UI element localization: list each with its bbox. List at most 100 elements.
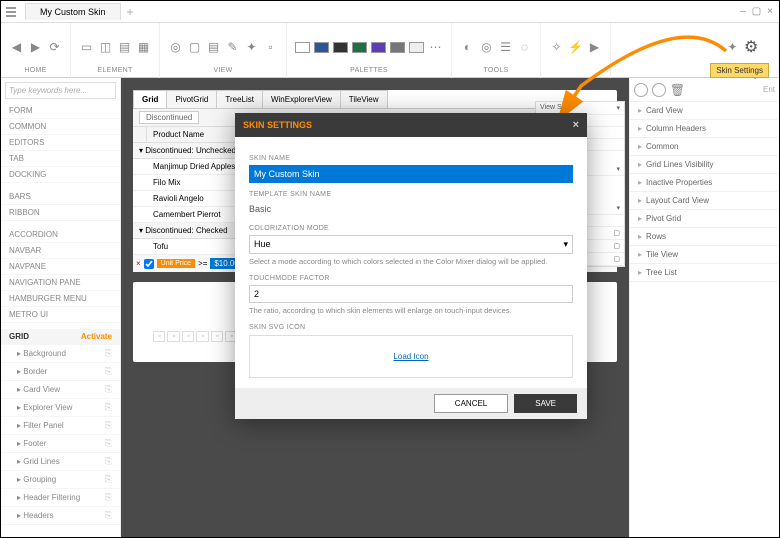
field-hint: The ratio, according to which skin eleme… xyxy=(249,306,573,316)
zoom-btn[interactable]: ▫ xyxy=(211,331,223,342)
category-item[interactable]: Inactive Properties xyxy=(630,174,779,192)
sidebar-subitem[interactable]: ▸ Filter Panel⎘ xyxy=(1,417,120,435)
new-tab-button[interactable]: + xyxy=(121,5,140,19)
tab-tileview[interactable]: TileView xyxy=(340,90,388,108)
category-item[interactable]: Rows xyxy=(630,228,779,246)
sidebar-item[interactable]: RIBBON xyxy=(1,205,120,221)
search-input[interactable]: Type keywords here... xyxy=(5,82,116,99)
ribbon-group-home: ◀ ▶ ⟳ HOME xyxy=(1,23,71,78)
palette-swatch[interactable] xyxy=(295,42,310,53)
target-icon[interactable]: ◎ xyxy=(168,40,183,55)
document-tab[interactable]: My Custom Skin xyxy=(25,3,121,20)
tab-treelist[interactable]: TreeList xyxy=(216,90,263,108)
tab-winexplorerview[interactable]: WinExplorerView xyxy=(262,90,341,108)
category-item[interactable]: Tree List xyxy=(630,264,779,282)
palette-swatch[interactable] xyxy=(409,42,424,53)
close-icon[interactable]: × xyxy=(767,6,773,17)
view-icon-4[interactable]: ▫ xyxy=(263,40,278,55)
close-icon[interactable]: × xyxy=(573,119,579,131)
element-icon-3[interactable]: ▤ xyxy=(117,40,132,55)
field-label: SKIN NAME xyxy=(249,155,573,162)
tab-pivotgrid[interactable]: PivotGrid xyxy=(166,90,217,108)
sidebar-item[interactable]: ACCORDION xyxy=(1,227,120,243)
sidebar-subitem[interactable]: ▸ Footer⎘ xyxy=(1,435,120,453)
sidebar-item[interactable]: FORM xyxy=(1,103,120,119)
view-icon-2[interactable]: ▤ xyxy=(206,40,221,55)
zoom-btn[interactable]: ▫ xyxy=(182,331,194,342)
refresh-icon[interactable]: ⟳ xyxy=(47,40,62,55)
sparkle-icon[interactable]: ✧ xyxy=(549,40,564,55)
sidebar-subitem[interactable]: ▸ Grouping⎘ xyxy=(1,471,120,489)
colorization-dropdown[interactable]: Hue▾ xyxy=(249,235,573,254)
view-icon-3[interactable]: ✎ xyxy=(225,40,240,55)
minimize-icon[interactable]: – xyxy=(740,6,746,17)
skin-name-input[interactable]: My Custom Skin xyxy=(249,165,573,183)
zoom-btn[interactable]: ▫ xyxy=(153,331,165,342)
titlebar: My Custom Skin + – ▢ × xyxy=(1,1,779,23)
tool-icon-3[interactable]: ☰ xyxy=(498,40,513,55)
element-icon-2[interactable]: ◫ xyxy=(98,40,113,55)
sidebar-item[interactable]: BARS xyxy=(1,189,120,205)
sidebar-item[interactable]: EDITORS xyxy=(1,135,120,151)
load-icon-link[interactable]: Load Icon xyxy=(393,352,428,361)
tag-icon[interactable] xyxy=(652,83,666,97)
zoom-btn[interactable]: ▫ xyxy=(167,331,179,342)
touchmode-input[interactable] xyxy=(249,285,573,303)
back-icon[interactable]: ◀ xyxy=(9,40,24,55)
add-icon[interactable] xyxy=(634,83,648,97)
activate-link[interactable]: Activate xyxy=(81,332,112,341)
skin-settings-tooltip: Skin Settings xyxy=(710,63,769,78)
right-search[interactable]: Ent xyxy=(763,85,775,94)
category-item[interactable]: Common xyxy=(630,138,779,156)
sidebar-item[interactable]: DOCKING xyxy=(1,167,120,183)
sidebar-item[interactable]: NAVPANE xyxy=(1,259,120,275)
tool-icon-4[interactable]: ◌ xyxy=(517,40,532,55)
category-item[interactable]: Card View xyxy=(630,102,779,120)
forward-icon[interactable]: ▶ xyxy=(28,40,43,55)
sidebar-item[interactable]: COMMON xyxy=(1,119,120,135)
sidebar-subitem[interactable]: ▸ Headers⎘ xyxy=(1,507,120,525)
sidebar-item[interactable]: HAMBURGER MENU xyxy=(1,291,120,307)
ribbon-group-extra: ✧ ⚡ ▶ xyxy=(541,23,611,78)
element-icon[interactable]: ▭ xyxy=(79,40,94,55)
save-button[interactable]: SAVE xyxy=(514,394,577,413)
category-item[interactable]: Layout Card View xyxy=(630,192,779,210)
delete-icon[interactable]: 🗑 xyxy=(670,82,685,97)
category-item[interactable]: Grid Lines Visibility xyxy=(630,156,779,174)
sidebar-subitem[interactable]: ▸ Header Filtering⎘ xyxy=(1,489,120,507)
play-icon[interactable]: ▶ xyxy=(587,40,602,55)
cancel-button[interactable]: CANCEL xyxy=(434,394,508,413)
bolt-icon[interactable]: ⚡ xyxy=(568,40,583,55)
palette-swatch[interactable] xyxy=(333,42,348,53)
sidebar-item-grid[interactable]: GRID Activate xyxy=(1,329,120,345)
element-icon-4[interactable]: ▦ xyxy=(136,40,151,55)
sidebar-item[interactable]: NAVBAR xyxy=(1,243,120,259)
category-item[interactable]: Column Headers xyxy=(630,120,779,138)
category-item[interactable]: Pivot Grid xyxy=(630,210,779,228)
more-palettes-icon[interactable]: ⋯ xyxy=(428,40,443,55)
sidebar-subitem[interactable]: ▸ Border⎘ xyxy=(1,363,120,381)
hamburger-icon[interactable] xyxy=(1,1,21,23)
tool-icon-2[interactable]: ◎ xyxy=(479,40,494,55)
zoom-btn[interactable]: ▫ xyxy=(196,331,208,342)
gear-icon[interactable]: ⚙ xyxy=(744,37,758,57)
sidebar-subitem[interactable]: ▸ Background⎘ xyxy=(1,345,120,363)
sidebar-item[interactable]: TAB xyxy=(1,151,120,167)
sidebar-subitem[interactable]: ▸ Card View⎘ xyxy=(1,381,120,399)
sidebar-item[interactable]: METRO UI xyxy=(1,307,120,323)
settings-icon-1[interactable]: ✦ xyxy=(725,40,740,55)
category-item[interactable]: Tile View xyxy=(630,246,779,264)
sidebar-item[interactable]: NAVIGATION PANE xyxy=(1,275,120,291)
palette-swatch[interactable] xyxy=(390,42,405,53)
sidebar-subitem[interactable]: ▸ Grid Lines⎘ xyxy=(1,453,120,471)
filter-checkbox[interactable] xyxy=(144,259,154,269)
view-icon-1[interactable]: ▢ xyxy=(187,40,202,55)
wand-icon[interactable]: ✦ xyxy=(244,40,259,55)
tab-grid[interactable]: Grid xyxy=(133,90,167,108)
palette-swatch[interactable] xyxy=(371,42,386,53)
tool-icon-1[interactable]: ◐ xyxy=(460,40,475,55)
palette-swatch[interactable] xyxy=(314,42,329,53)
maximize-icon[interactable]: ▢ xyxy=(752,6,761,17)
sidebar-subitem[interactable]: ▸ Explorer View⎘ xyxy=(1,399,120,417)
palette-swatch[interactable] xyxy=(352,42,367,53)
